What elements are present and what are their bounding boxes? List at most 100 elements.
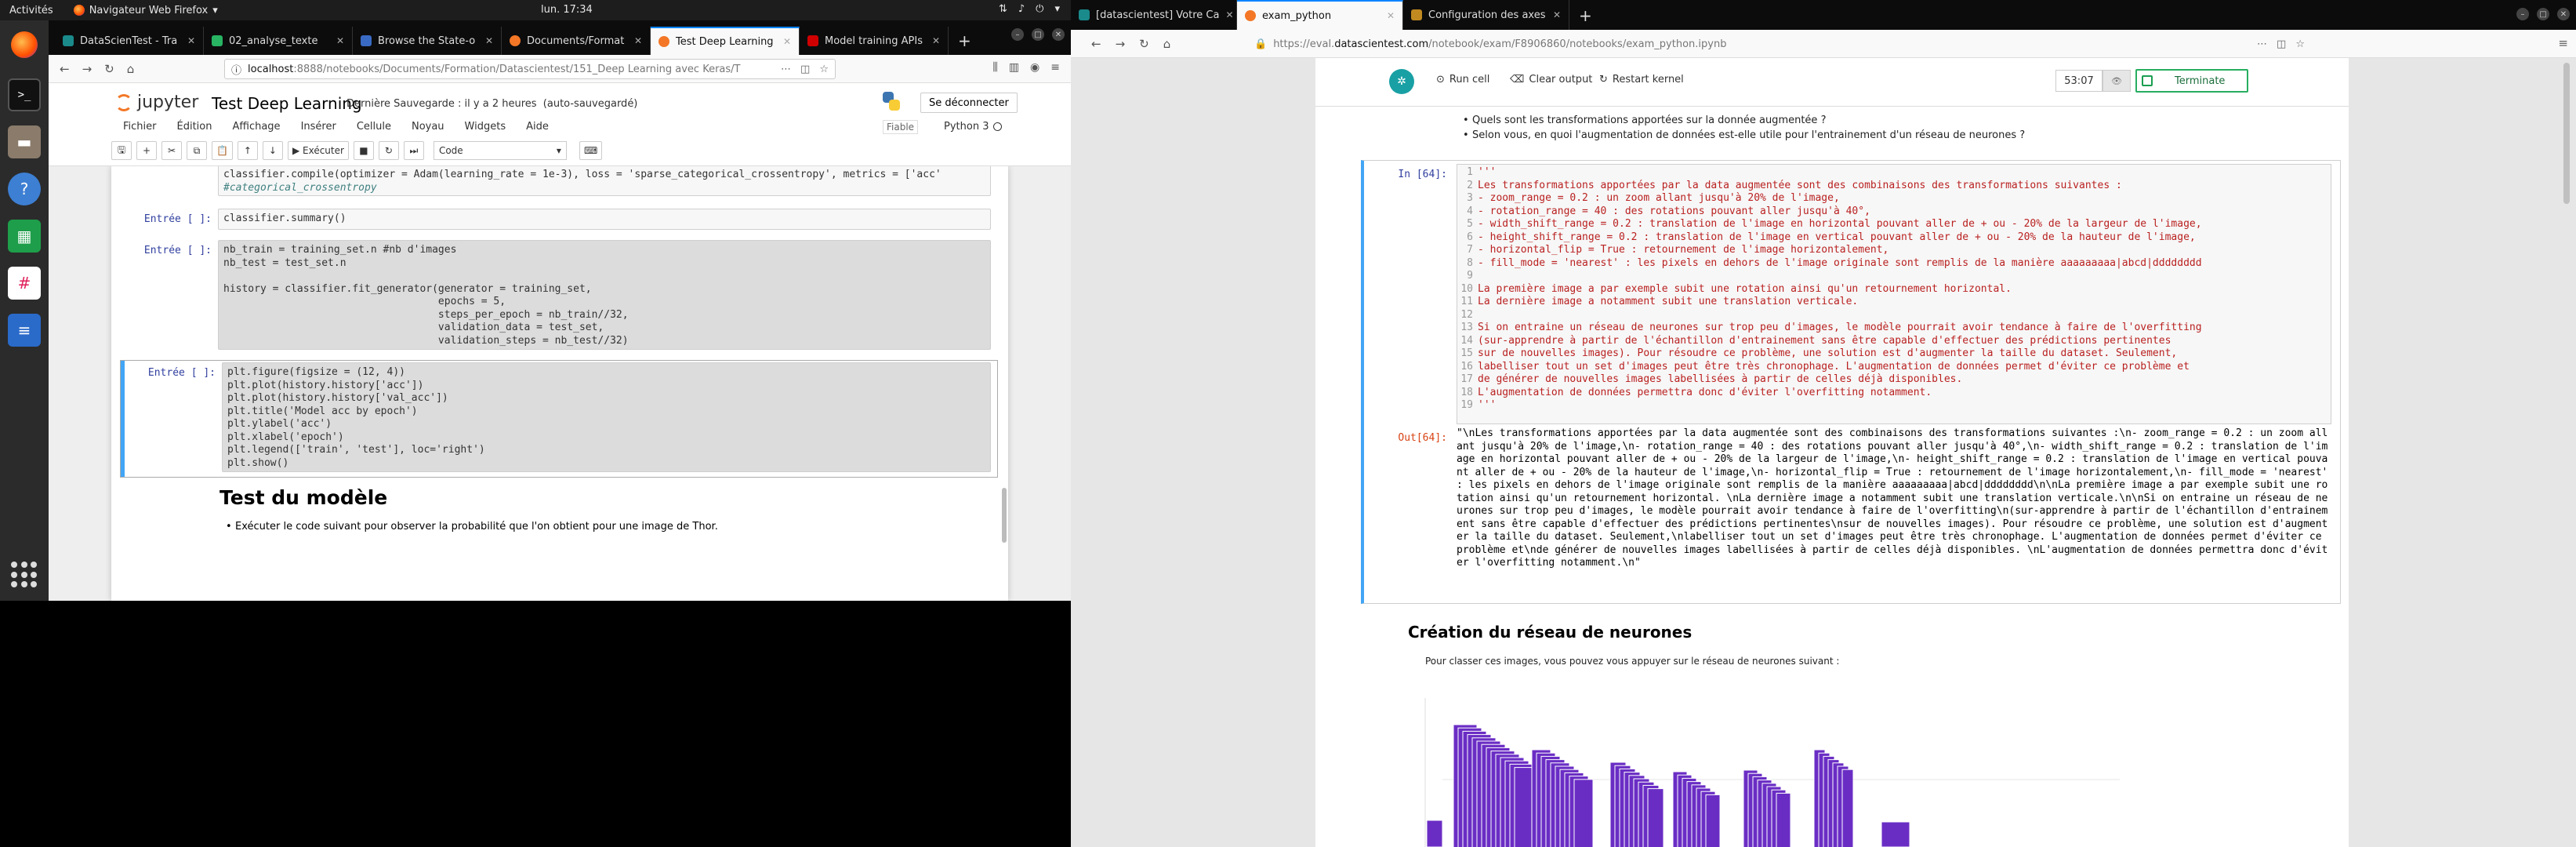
disconnect-button[interactable]: Se déconnecter xyxy=(920,93,1018,113)
home-icon[interactable]: ⌂ xyxy=(1163,37,1171,51)
menu-cellule[interactable]: Cellule xyxy=(357,121,391,133)
star-icon[interactable]: ☆ xyxy=(2295,38,2305,50)
fast-forward-icon[interactable]: ⏭ xyxy=(403,141,424,160)
back-icon[interactable]: ← xyxy=(1091,37,1101,51)
url-bar[interactable]: ⓘ localhost:8888/notebooks/Documents/For… xyxy=(224,59,836,79)
close-icon[interactable]: ✕ xyxy=(2557,8,2570,20)
cut-icon[interactable]: ✂ xyxy=(161,141,182,160)
menu-edition[interactable]: Édition xyxy=(177,121,212,133)
tab-configuration-axes[interactable]: Configuration des axes ✕ xyxy=(1403,0,1569,30)
close-icon[interactable]: ✕ xyxy=(1387,10,1395,21)
cell-type-select[interactable]: Code ▾ xyxy=(433,141,567,160)
system-clock[interactable]: lun. 17:34 xyxy=(541,4,593,16)
cell-input[interactable]: 1 ''' 2 Les transformations apportées par l… xyxy=(1457,164,2331,424)
writer-launcher[interactable]: ≡ xyxy=(8,314,41,347)
tab-analyse-texte[interactable]: 02_analyse_texte ✕ xyxy=(204,27,353,55)
code-cell-selected[interactable]: Entrée [ ]: plt.figure(figsize = (12, 4)… xyxy=(120,360,998,478)
firefox-launcher[interactable] xyxy=(8,28,41,61)
slack-launcher[interactable]: # xyxy=(8,267,41,300)
pocket-icon[interactable]: ◫ xyxy=(2277,38,2286,50)
tab-browse-state[interactable]: Browse the State-o ✕ xyxy=(353,27,502,55)
tab-model-training[interactable]: Model training APIs ✕ xyxy=(800,27,949,55)
menu-icon[interactable]: ≡ xyxy=(2558,36,2568,50)
scrollbar-thumb[interactable] xyxy=(2563,63,2570,204)
close-icon[interactable]: ✕ xyxy=(1052,28,1065,41)
new-tab-button[interactable]: + xyxy=(1569,2,1602,30)
close-icon[interactable]: ✕ xyxy=(336,35,344,46)
menu-widgets[interactable]: Widgets xyxy=(465,121,506,133)
paste-icon[interactable]: 📋 xyxy=(212,141,233,160)
run-cell-button[interactable]: ⊙ Run cell xyxy=(1436,74,1489,85)
tab-datascientest[interactable]: DataScienTest - Tra ✕ xyxy=(55,27,204,55)
stop-icon[interactable]: ■ xyxy=(353,141,374,160)
page-scrollbar[interactable] xyxy=(2563,63,2570,847)
tab-datascientest-career[interactable]: [datascientest] Votre Ca ✕ xyxy=(1071,0,1237,30)
terminal-launcher[interactable]: >_ xyxy=(8,78,41,111)
cell-input[interactable]: classifier.summary() xyxy=(218,209,991,230)
restart-icon[interactable]: ↻ xyxy=(378,141,399,160)
account-icon[interactable]: ◉ xyxy=(1030,61,1039,74)
sidebar-icon[interactable]: ▥ xyxy=(1009,61,1019,74)
library-icon[interactable]: ⫼ xyxy=(992,61,997,74)
copy-icon[interactable]: ⧉ xyxy=(187,141,207,160)
help-launcher[interactable]: ? xyxy=(8,173,41,205)
more-icon[interactable]: ⋯ xyxy=(2257,38,2267,50)
code-cell[interactable]: Entrée [ ]: classifier.summary() xyxy=(121,207,997,231)
tab-test-deep-learning[interactable]: Test Deep Learning ✕ xyxy=(651,27,800,55)
close-icon[interactable]: ✕ xyxy=(783,36,791,47)
minimize-icon[interactable]: – xyxy=(1011,28,1024,41)
cell-input[interactable]: classifier.compile(optimizer = Adam(lear… xyxy=(218,166,991,196)
tab-documents[interactable]: Documents/Format ✕ xyxy=(502,27,651,55)
close-icon[interactable]: ✕ xyxy=(634,35,642,46)
menu-aide[interactable]: Aide xyxy=(526,121,549,133)
close-icon[interactable]: ✕ xyxy=(1553,9,1561,20)
app-menu[interactable]: Navigateur Web Firefox ▾ xyxy=(73,5,218,16)
more-icon[interactable]: ⋯ xyxy=(781,64,791,75)
show-apps-button[interactable] xyxy=(11,562,38,588)
spreadsheet-launcher[interactable]: ▦ xyxy=(8,220,41,253)
clear-output-button[interactable]: ⌫ Clear output xyxy=(1510,74,1592,85)
home-icon[interactable]: ⌂ xyxy=(127,62,135,76)
save-icon[interactable]: 🖫 xyxy=(111,141,132,160)
notebook-title[interactable]: Test Deep Learning xyxy=(212,94,362,113)
url-bar[interactable]: 🔒 https://eval.datascientest.com/noteboo… xyxy=(1254,34,2305,54)
restart-kernel-button[interactable]: ↻ Restart kernel xyxy=(1599,74,1684,85)
reload-icon[interactable]: ↻ xyxy=(1139,37,1149,51)
cell-input[interactable]: plt.figure(figsize = (12, 4)) plt.plot(h… xyxy=(222,362,991,472)
add-cell-icon[interactable]: + xyxy=(136,141,157,160)
menu-affichage[interactable]: Affichage xyxy=(232,121,280,133)
back-icon[interactable]: ← xyxy=(60,62,70,76)
forward-icon[interactable]: → xyxy=(1116,37,1126,51)
run-button[interactable]: ▶ Exécuter xyxy=(287,141,349,160)
activities-button[interactable]: Activités xyxy=(9,5,53,16)
maximize-icon[interactable]: □ xyxy=(2537,8,2549,20)
star-icon[interactable]: ☆ xyxy=(819,64,829,75)
reload-icon[interactable]: ↻ xyxy=(104,62,114,76)
cell-input[interactable]: nb_train = training_set.n #nb d'images n… xyxy=(218,240,991,350)
menu-icon[interactable]: ≡ xyxy=(1050,61,1060,74)
move-up-icon[interactable]: ↑ xyxy=(237,141,258,160)
menu-fichier[interactable]: Fichier xyxy=(123,121,157,133)
files-launcher[interactable]: ▬ xyxy=(8,125,41,158)
notebook-scrollbar[interactable] xyxy=(1002,488,1007,543)
minimize-icon[interactable]: – xyxy=(2516,8,2529,20)
maximize-icon[interactable]: □ xyxy=(1032,28,1044,41)
jupyter-logo[interactable]: jupyter xyxy=(115,93,198,112)
new-tab-button[interactable]: + xyxy=(949,27,981,55)
code-cell[interactable]: classifier.compile(optimizer = Adam(lear… xyxy=(121,166,997,196)
menu-inserer[interactable]: Insérer xyxy=(301,121,336,133)
pocket-icon[interactable]: ◫ xyxy=(800,64,810,75)
answer-code-cell[interactable]: In [64]: 1 ''' 2 Les transformations apport… xyxy=(1361,160,2341,604)
close-icon[interactable]: ✕ xyxy=(932,35,940,46)
keyboard-icon[interactable]: ⌨ xyxy=(579,141,603,160)
close-icon[interactable]: ✕ xyxy=(485,35,493,46)
trusted-badge[interactable]: Fiable xyxy=(883,120,919,134)
forward-icon[interactable]: → xyxy=(82,62,93,76)
menu-noyau[interactable]: Noyau xyxy=(412,121,444,133)
terminate-button[interactable]: Terminate xyxy=(2135,69,2248,93)
eye-icon[interactable]: 👁 xyxy=(2103,70,2131,92)
code-cell[interactable]: Entrée [ ]: nb_train = training_set.n #n… xyxy=(121,238,997,353)
close-icon[interactable]: ✕ xyxy=(187,35,195,46)
move-down-icon[interactable]: ↓ xyxy=(262,141,283,160)
system-tray[interactable]: ⇅ ♪ ⏻ ▾ xyxy=(999,3,1060,15)
